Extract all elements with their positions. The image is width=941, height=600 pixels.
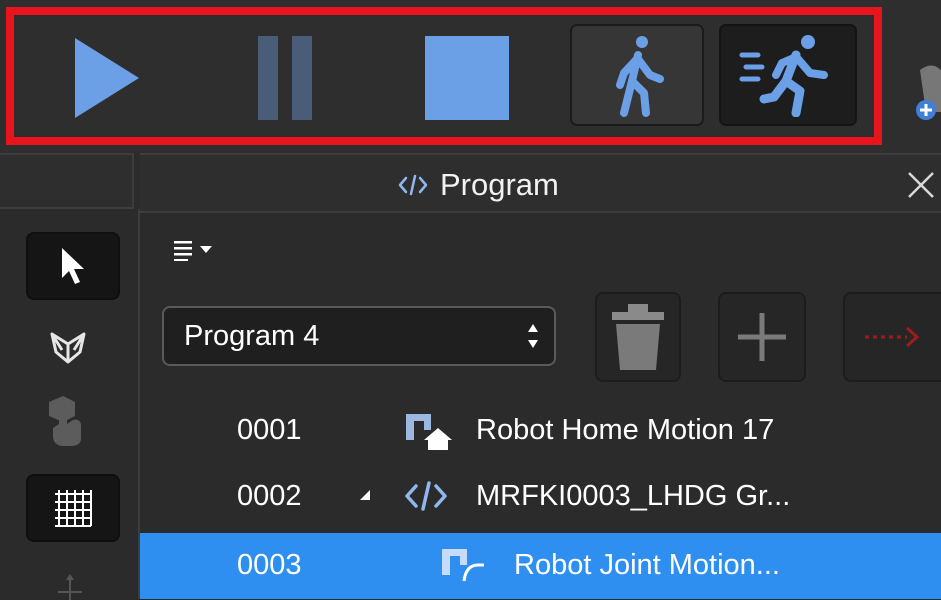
stepper-arrows-icon (528, 324, 538, 348)
robot-home-icon (406, 414, 452, 450)
play-icon (75, 38, 139, 118)
cursor-icon (62, 248, 84, 284)
code-tag-icon (398, 174, 428, 196)
code-tag-icon (405, 481, 447, 511)
move-tool-button[interactable] (46, 570, 94, 600)
row-number: 0003 (237, 549, 302, 581)
grid-tool-button[interactable] (26, 474, 120, 542)
hand-icon (49, 396, 81, 446)
expand-arrow-icon[interactable] (358, 488, 372, 502)
grab-tool-button[interactable] (36, 390, 100, 452)
stop-button[interactable] (420, 26, 514, 130)
program-row[interactable]: 0001 Robot Home Motion 17 (140, 398, 941, 462)
add-robot-icon[interactable] (906, 60, 941, 130)
pause-icon (258, 36, 312, 120)
row-label: MRFKI0003_LHDG Gr... (476, 480, 791, 512)
plus-icon (738, 313, 786, 361)
call-program-icon (865, 326, 920, 348)
walk-speed-button[interactable] (570, 24, 704, 126)
trash-icon (612, 304, 664, 370)
run-speed-button[interactable] (719, 24, 857, 126)
robot-joint-icon (442, 549, 484, 582)
panel-title-group: Program (398, 158, 559, 212)
row-label: Robot Joint Motion... (514, 549, 780, 581)
close-panel-button[interactable] (900, 160, 941, 210)
close-icon (907, 172, 934, 198)
add-instruction-button[interactable] (718, 292, 806, 382)
row-label: Robot Home Motion 17 (476, 414, 775, 446)
program-row-selected[interactable]: 0003 Robot Joint Motion... (140, 533, 941, 599)
program-select-value: Program 4 (184, 319, 320, 352)
pause-button[interactable] (242, 26, 328, 130)
delete-button[interactable] (595, 292, 681, 382)
walking-person-icon (616, 36, 664, 117)
panel-title: Program (440, 167, 559, 202)
play-button[interactable] (56, 26, 146, 130)
select-tool-button[interactable] (26, 232, 120, 300)
running-person-icon (739, 35, 828, 117)
move-icon (58, 574, 82, 600)
grid-icon (55, 490, 92, 527)
row-number: 0002 (237, 480, 302, 512)
row-number: 0001 (237, 414, 302, 446)
list-menu-icon (174, 241, 212, 261)
left-toolbar-header (0, 153, 134, 209)
call-program-button[interactable] (843, 292, 941, 382)
snap-tool-button[interactable] (40, 323, 96, 373)
stop-icon (425, 36, 509, 120)
list-menu-button[interactable] (172, 232, 232, 268)
snap-icon (50, 332, 86, 364)
program-select[interactable]: Program 4 (162, 306, 556, 366)
program-row[interactable]: 0002 MRFKI0003_LHDG Gr... (140, 464, 941, 528)
